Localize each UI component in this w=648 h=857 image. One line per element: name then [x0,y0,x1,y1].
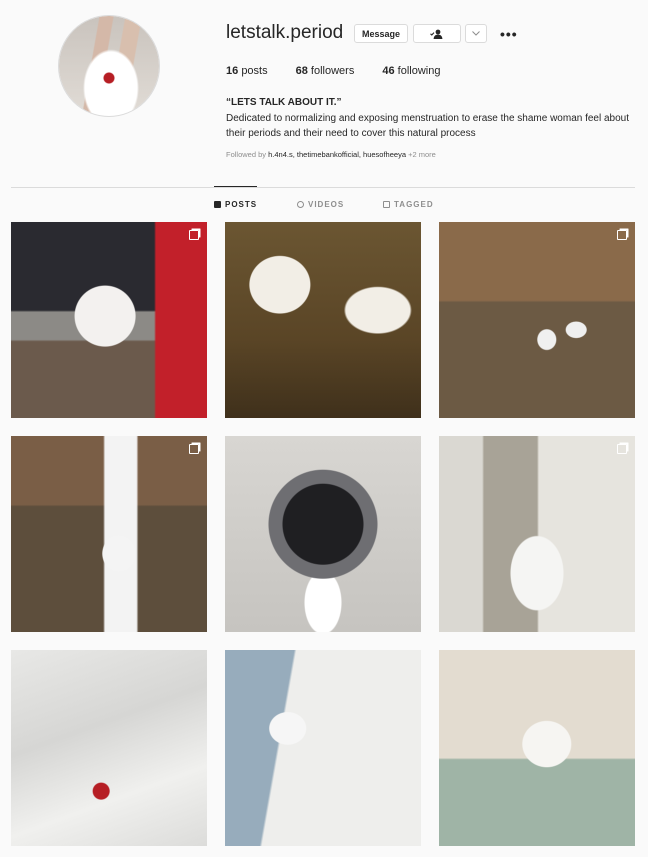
following-count: 46 [382,65,395,77]
tab-posts[interactable]: POSTS [214,200,257,209]
followed-prefix: Followed by [226,150,267,159]
followed-by[interactable]: Followed by h.4n4.s, thetimebankofficial… [226,150,436,159]
active-tab-indicator [214,186,257,187]
followers-stat[interactable]: 68 followers [296,65,355,77]
posts-label: posts [241,65,268,77]
post-tile[interactable] [225,436,421,632]
bio-title: “LETS TALK ABOUT IT.” [226,97,342,108]
followers-label: followers [310,65,355,77]
tab-videos[interactable]: VIDEOS [297,200,344,209]
chevron-down-icon [472,31,480,36]
post-tile[interactable] [11,436,207,632]
message-button[interactable]: Message [354,24,408,43]
posts-stat: 16 posts [226,65,268,77]
bio-text: Dedicated to normalizing and exposing me… [226,113,630,139]
profile-username: letstalk.period [226,22,344,43]
multi-photo-icon [617,230,627,240]
grid-icon [214,201,221,208]
post-tile[interactable] [439,436,635,632]
profile-stats: 16 posts 68 followers 46 following [226,65,468,77]
tab-posts-label: POSTS [225,200,258,209]
post-tile[interactable] [225,650,421,846]
tab-videos-label: VIDEOS [308,200,345,209]
suggested-dropdown-button[interactable] [465,24,487,43]
tag-icon [383,201,390,208]
followed-more: +2 more [408,150,436,159]
multi-photo-icon [189,230,199,240]
post-tile[interactable] [225,222,421,418]
tab-tagged-label: TAGGED [394,200,434,209]
tabs-divider [11,187,635,188]
post-tile[interactable] [11,222,207,418]
multi-photo-icon [617,444,627,454]
tab-tagged[interactable]: TAGGED [383,200,434,209]
post-tile[interactable] [11,650,207,846]
following-label: following [397,65,441,77]
post-tile[interactable] [439,222,635,418]
following-stat[interactable]: 46 following [382,65,440,77]
followers-count: 68 [295,65,308,77]
ellipsis-icon[interactable]: ••• [500,26,518,42]
posts-count: 16 [226,65,239,77]
avatar-ring [58,15,160,117]
play-circle-icon [297,201,304,208]
multi-photo-icon [189,444,199,454]
followed-names: h.4n4.s, thetimebankofficial, huesofheey… [268,150,406,159]
post-tile[interactable] [439,650,635,846]
following-button[interactable] [413,24,461,43]
person-check-icon [430,29,443,39]
